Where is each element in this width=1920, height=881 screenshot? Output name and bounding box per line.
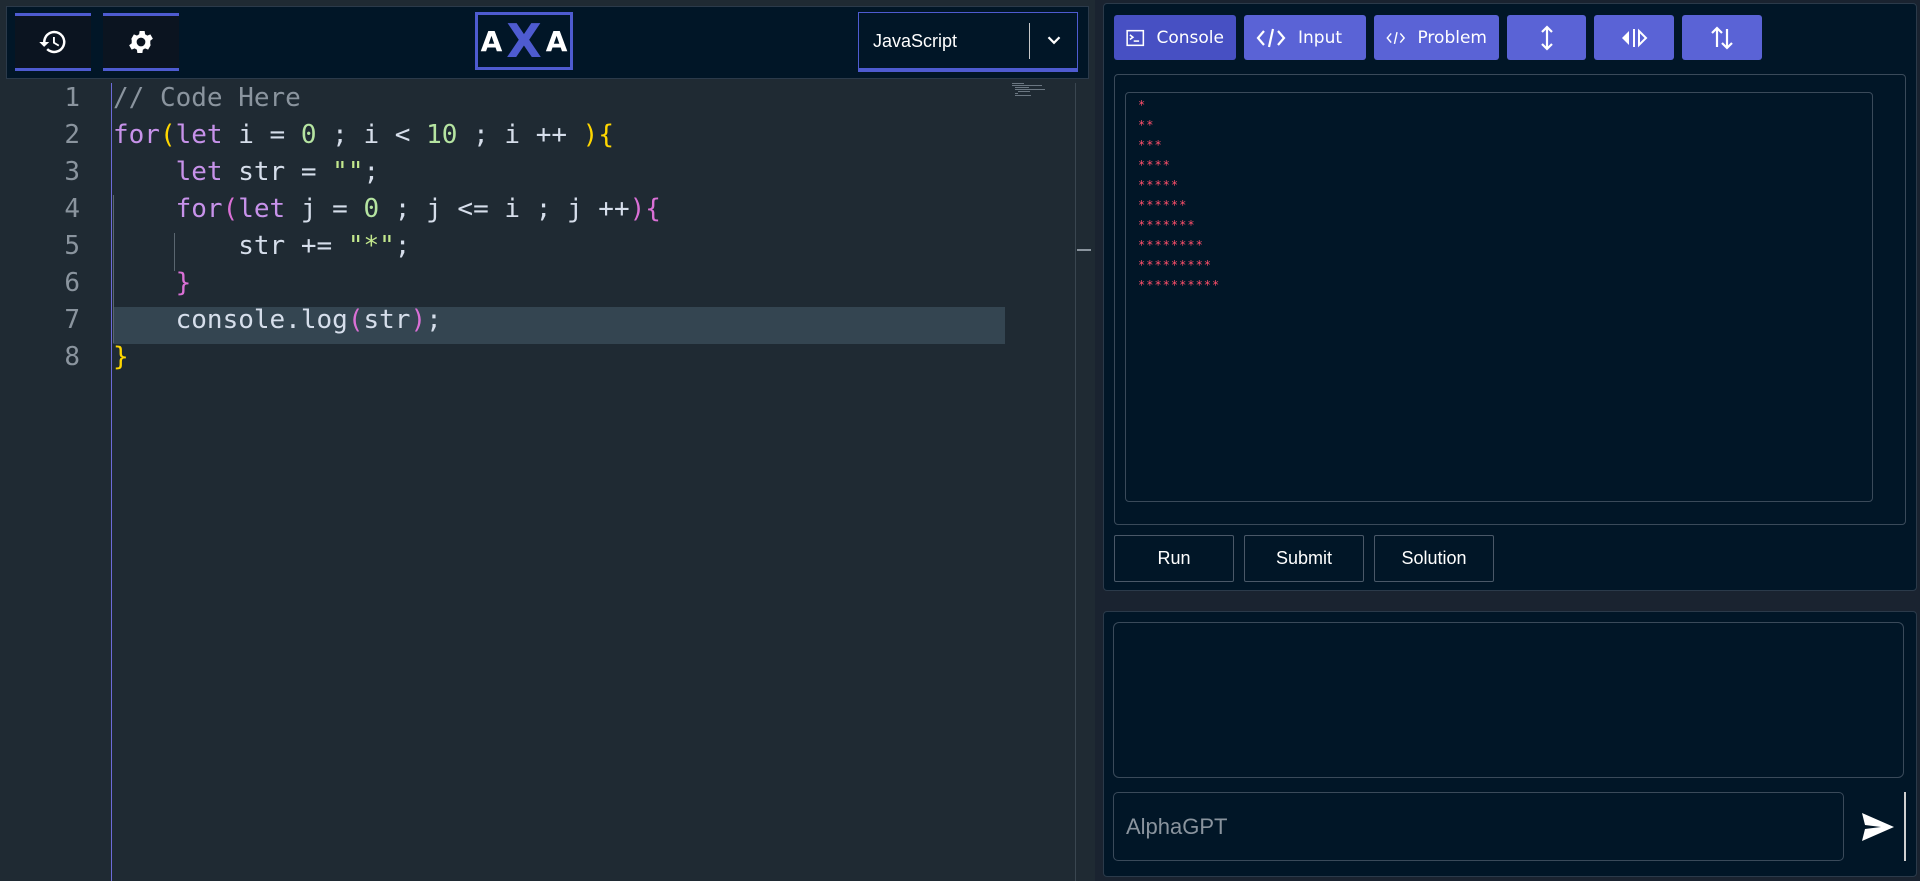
language-value: JavaScript <box>873 31 958 51</box>
console-output: * ** *** **** ***** ****** ******* *****… <box>1125 92 1873 502</box>
scrollbar-marker <box>1077 249 1091 251</box>
run-button[interactable]: Run <box>1114 535 1234 582</box>
swap-vertical-icon <box>1711 25 1733 50</box>
line-number: 4 <box>64 194 80 224</box>
tab-label: Input <box>1298 27 1343 48</box>
top-toolbar: A X A JavaScript <box>6 6 1089 79</box>
line-number: 5 <box>64 231 80 261</box>
line-number: 1 <box>64 83 80 113</box>
line-number: 8 <box>64 342 80 372</box>
vertical-resize-icon <box>1540 24 1553 51</box>
console-panel: Console Input Problem * ** *** **** ****… <box>1103 3 1917 591</box>
submit-button[interactable]: Submit <box>1244 535 1364 582</box>
console-line: *** <box>1138 138 1163 152</box>
console-line: **** <box>1138 158 1171 172</box>
console-line: ****** <box>1138 198 1188 212</box>
chat-input[interactable] <box>1113 792 1844 861</box>
console-line: ******** <box>1138 238 1204 252</box>
console-line: * <box>1138 98 1147 112</box>
code-line[interactable]: for(let j = 0 ; j <= i ; j ++){ <box>113 194 661 224</box>
tab-input[interactable]: Input <box>1244 15 1366 60</box>
code-line[interactable]: let str = ""; <box>113 157 380 187</box>
gutter-divider <box>111 83 112 881</box>
line-number: 2 <box>64 120 80 150</box>
editor-pane: A X A JavaScript 1 2 3 4 5 6 7 8 // Code… <box>0 0 1093 881</box>
chat-panel <box>1103 611 1917 877</box>
vertical-resize-button[interactable] <box>1507 15 1586 60</box>
line-number: 3 <box>64 157 80 187</box>
history-button[interactable] <box>15 13 91 71</box>
console-line: ********** <box>1138 278 1221 292</box>
tab-label: Console <box>1156 27 1225 48</box>
minimap[interactable] <box>1012 83 1050 97</box>
code-editor[interactable]: 1 2 3 4 5 6 7 8 // Code Here for(let i =… <box>0 83 1075 881</box>
output-pane: Console Input Problem * ** *** **** ****… <box>1095 0 1920 881</box>
code-line[interactable]: } <box>113 268 192 298</box>
tab-problem[interactable]: Problem <box>1374 15 1499 60</box>
horizontal-split-icon <box>1622 28 1648 47</box>
scrollbar-track[interactable] <box>1075 83 1076 881</box>
send-icon <box>1862 812 1894 841</box>
terminal-icon <box>1126 29 1145 46</box>
line-number: 6 <box>64 268 80 298</box>
code-line[interactable]: // Code Here <box>113 83 301 113</box>
code-line[interactable]: str += "*"; <box>113 231 410 261</box>
code-icon <box>1256 28 1286 47</box>
chat-response-area <box>1113 622 1904 778</box>
code-line[interactable]: } <box>113 342 129 372</box>
code-line[interactable]: for(let i = 0 ; i < 10 ; i ++ ){ <box>113 120 614 150</box>
line-number: 7 <box>64 305 80 335</box>
language-select[interactable]: JavaScript <box>858 12 1078 72</box>
code-line[interactable]: console.log(str); <box>113 305 442 335</box>
solution-button[interactable]: Solution <box>1374 535 1494 582</box>
settings-button[interactable] <box>103 13 179 71</box>
console-line: ** <box>1138 118 1155 132</box>
console-line: ******* <box>1138 218 1196 232</box>
gear-icon <box>129 31 153 53</box>
horizontal-split-button[interactable] <box>1594 15 1674 60</box>
send-button[interactable] <box>1852 792 1906 861</box>
console-line: ********* <box>1138 258 1213 272</box>
code-icon <box>1386 31 1406 44</box>
history-icon <box>39 30 66 54</box>
swap-vertical-button[interactable] <box>1682 15 1762 60</box>
tab-label: Problem <box>1417 27 1487 48</box>
console-line: ***** <box>1138 178 1180 192</box>
app-logo: A X A <box>475 12 573 70</box>
tab-console[interactable]: Console <box>1114 15 1236 60</box>
chevron-down-icon <box>1047 36 1061 45</box>
select-separator <box>1029 23 1030 59</box>
